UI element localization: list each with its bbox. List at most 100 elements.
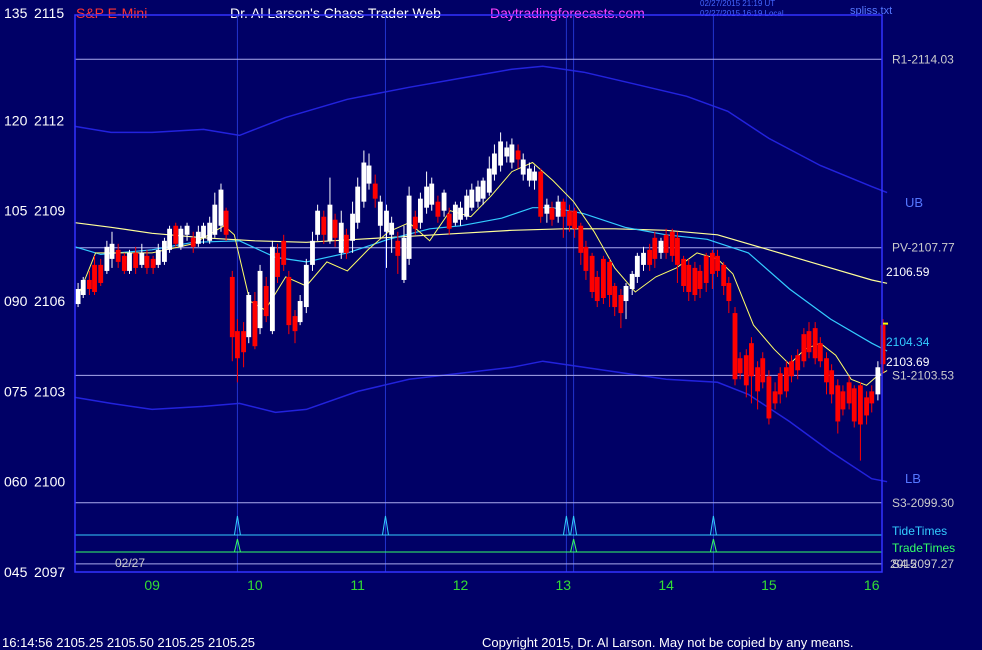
down-candle <box>697 270 703 289</box>
down-candle <box>332 219 338 238</box>
down-candle <box>538 171 544 217</box>
lower-band-line <box>74 360 888 483</box>
down-candle <box>760 358 766 383</box>
down-candle <box>583 246 589 271</box>
down-candle <box>86 279 92 289</box>
down-candle <box>435 201 441 217</box>
up-candle <box>257 270 263 329</box>
down-candle <box>98 264 104 283</box>
down-candle <box>572 210 578 229</box>
tide-times-label: TideTimes <box>892 524 947 538</box>
down-candle <box>594 276 600 302</box>
down-candle <box>681 258 687 286</box>
up-candle <box>207 222 213 241</box>
y-tick-left-label: 090 <box>4 293 28 309</box>
up-candle <box>424 186 430 208</box>
up-candle <box>297 301 303 323</box>
up-candle <box>80 279 86 296</box>
y-tick-price-label: 2106 <box>34 293 65 309</box>
up-candle <box>532 171 537 181</box>
up-candle <box>75 288 81 305</box>
x-tick-label: 15 <box>761 577 777 593</box>
down-candle <box>263 285 269 317</box>
down-candle <box>864 397 869 416</box>
up-candle <box>350 213 355 241</box>
down-candle <box>241 331 247 353</box>
up-candle <box>246 295 252 338</box>
up-candle <box>504 147 510 157</box>
down-candle <box>235 331 240 359</box>
up-candle <box>526 168 532 181</box>
down-candle <box>343 234 349 253</box>
down-candle <box>703 255 709 283</box>
down-candle <box>772 391 778 404</box>
up-candle <box>452 204 458 223</box>
up-candle <box>629 273 635 289</box>
lower-band-label: LB <box>905 471 921 486</box>
down-candle <box>709 252 715 274</box>
x-tick-label: 14 <box>658 577 674 593</box>
y-tick-left-label: 105 <box>4 203 28 219</box>
down-candle <box>789 361 794 377</box>
up-candle <box>458 207 463 220</box>
down-candle <box>607 261 612 296</box>
down-candle <box>840 391 846 410</box>
down-candle <box>869 391 875 404</box>
down-candle <box>777 373 783 395</box>
down-candle <box>92 264 97 292</box>
down-candle <box>824 358 829 383</box>
level-label: PV-2107.77 <box>892 241 955 255</box>
down-candle <box>281 240 287 265</box>
up-candle <box>366 165 372 184</box>
down-candle <box>618 295 624 314</box>
down-candle <box>144 255 150 268</box>
down-candle <box>652 237 658 259</box>
down-candle <box>795 355 801 371</box>
down-candle <box>766 376 772 419</box>
up-candle <box>475 186 481 202</box>
x-tick-label: 16 <box>864 577 880 593</box>
up-candle <box>406 195 412 259</box>
level-label: S1-2103.53 <box>892 368 954 382</box>
mid-average-end-label: 2104.34 <box>886 335 930 349</box>
down-candle <box>395 240 401 256</box>
up-candle <box>623 285 629 302</box>
year-label: 2015 <box>890 557 917 571</box>
up-candle <box>162 240 167 262</box>
down-candle <box>726 282 732 302</box>
up-candle <box>469 189 475 208</box>
y-tick-price-label: 2100 <box>34 474 65 490</box>
up-candle <box>492 153 497 175</box>
down-candle <box>321 216 327 235</box>
down-candle <box>286 276 292 326</box>
up-candle <box>109 243 115 259</box>
down-candle <box>715 255 720 271</box>
down-candle <box>412 216 418 229</box>
up-candle <box>509 144 515 163</box>
down-candle <box>275 252 280 277</box>
x-tick-label: 13 <box>556 577 572 593</box>
y-tick-price-label: 2097 <box>34 564 65 580</box>
down-candle <box>600 258 606 299</box>
down-candle <box>846 382 852 404</box>
x-tick-label: 11 <box>350 577 365 593</box>
plot-frame <box>74 14 883 573</box>
down-candle <box>515 150 521 160</box>
y-tick-price-label: 2109 <box>34 203 65 219</box>
down-candle <box>743 355 749 386</box>
down-candle <box>589 255 595 292</box>
up-candle <box>486 168 492 193</box>
x-tick-label: 10 <box>247 577 263 593</box>
down-candle <box>446 213 452 229</box>
down-candle <box>292 316 298 332</box>
down-candle <box>578 225 584 253</box>
up-candle <box>195 231 201 244</box>
up-candle <box>361 162 367 202</box>
up-candle <box>401 237 407 280</box>
down-candle <box>749 343 754 377</box>
up-candle <box>127 252 132 271</box>
up-candle <box>303 264 309 308</box>
down-candle <box>755 367 761 392</box>
down-candle <box>252 301 258 347</box>
down-candle <box>817 343 823 362</box>
